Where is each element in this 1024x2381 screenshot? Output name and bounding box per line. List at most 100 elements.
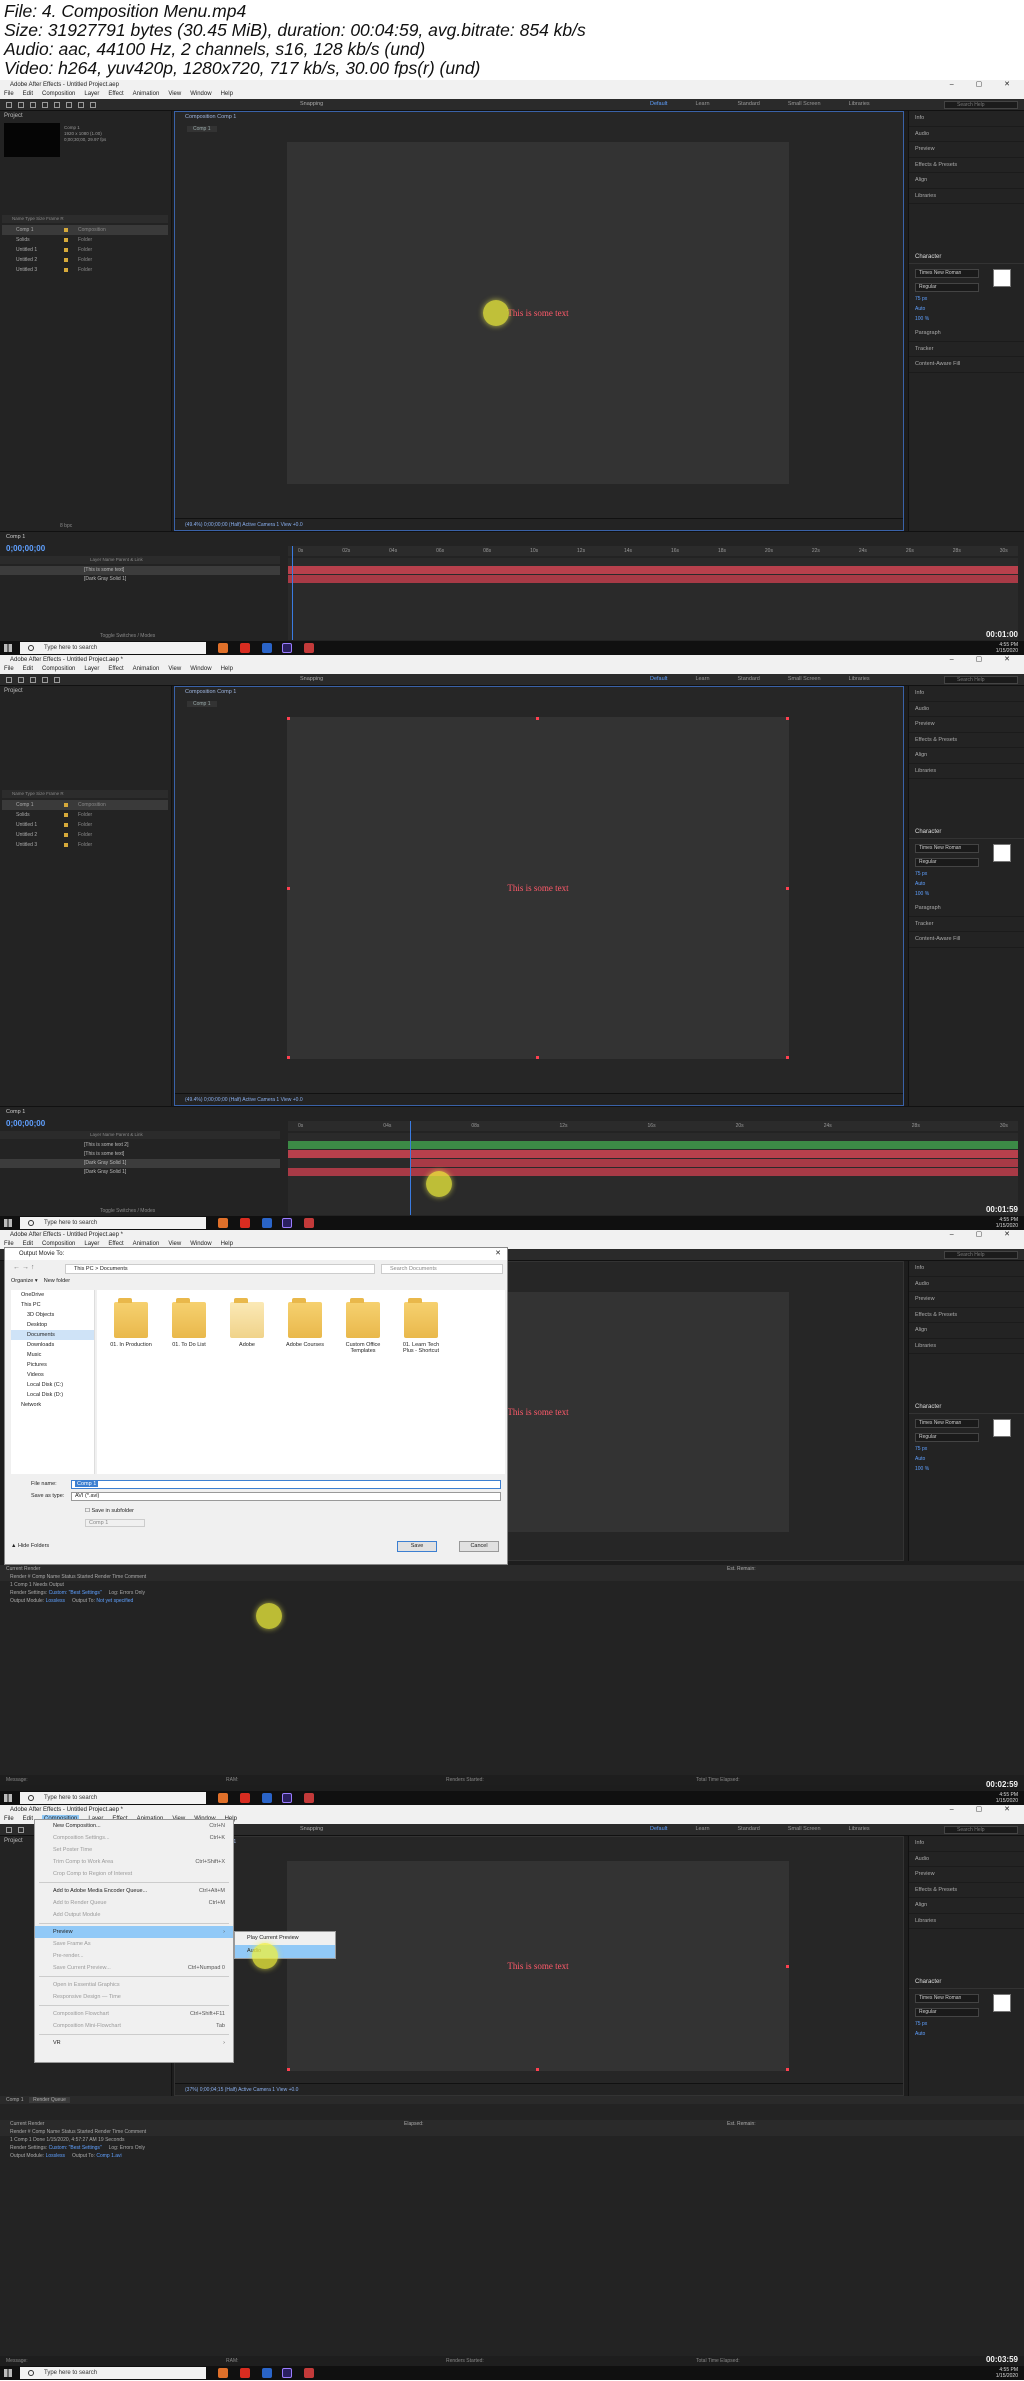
taskbar-search[interactable]: Type here to search	[20, 1792, 206, 1804]
workspace-standard[interactable]: Standard	[738, 1826, 760, 1832]
panel-info[interactable]: Info	[909, 686, 1024, 702]
scale-field[interactable]: 100 %	[915, 1466, 1018, 1472]
text-layer[interactable]: This is some text	[507, 1961, 568, 1971]
windows-start-icon[interactable]	[4, 1794, 12, 1802]
system-clock[interactable]: 4:55 PM 1/15/2020	[996, 2367, 1018, 2379]
after-effects-icon[interactable]	[282, 2368, 292, 2378]
layer-row[interactable]: [Dark Gray Solid 1]	[0, 1159, 280, 1168]
folder-item[interactable]: 01. To Do List	[165, 1298, 213, 1348]
tracking-field[interactable]: Auto	[915, 881, 1018, 887]
bounding-handle[interactable]	[786, 717, 789, 720]
bounding-handle[interactable]	[536, 1056, 539, 1059]
project-item[interactable]: Comp 1 Composition	[2, 800, 168, 810]
camera-tool-icon[interactable]	[66, 102, 72, 108]
workspace-standard[interactable]: Standard	[738, 676, 760, 682]
viewer-controls[interactable]: (49.4%) 0;00;00;00 (Half) Active Camera …	[175, 518, 903, 530]
cancel-button[interactable]: Cancel	[459, 1541, 499, 1552]
menu-edit[interactable]: Edit	[23, 90, 33, 99]
layer-row[interactable]: [Dark Gray Solid 1]	[0, 1168, 280, 1177]
composition-menu-item[interactable]: Add to Adobe Media Encoder Queue... Ctrl+…	[35, 1885, 233, 1897]
tracking-field[interactable]: Auto	[915, 306, 1018, 312]
font-size-field[interactable]: 75 px	[915, 1446, 1018, 1452]
window-controls[interactable]: – ▢ ✕	[950, 655, 1020, 665]
panel-paragraph[interactable]: Paragraph	[909, 326, 1024, 342]
bounding-handle[interactable]	[786, 1056, 789, 1059]
font-size-field[interactable]: 75 px	[915, 296, 1018, 302]
hand-tool-icon[interactable]	[30, 677, 36, 683]
word-icon[interactable]	[262, 1218, 272, 1228]
layer-row[interactable]: [Dark Gray Solid 1]	[0, 575, 280, 584]
bpc-label[interactable]: 8 bpc	[60, 523, 72, 529]
system-clock[interactable]: 4:55 PM 1/15/2020	[996, 1792, 1018, 1804]
output-to-value[interactable]: Not yet specified	[96, 1598, 133, 1604]
panel-libraries[interactable]: Libraries	[909, 764, 1024, 779]
font-size-field[interactable]: 75 px	[915, 2021, 1018, 2027]
timeline-tab[interactable]: Comp 1	[6, 534, 25, 540]
nav-item[interactable]: Local Disk (C:)	[11, 1380, 94, 1390]
project-item[interactable]: Untitled 1 Folder	[2, 245, 168, 255]
text-layer[interactable]: This is some text	[507, 1407, 568, 1417]
menu-edit[interactable]: Edit	[23, 665, 33, 674]
documents-search-input[interactable]: Search Documents	[381, 1264, 503, 1274]
rotate-tool-icon[interactable]	[54, 102, 60, 108]
output-module-row[interactable]: Output Module: Lossless Output To: Comp …	[0, 2152, 1024, 2160]
bounding-handle[interactable]	[287, 887, 290, 890]
new-folder-button[interactable]: New folder	[44, 1278, 70, 1284]
panel-preview[interactable]: Preview	[909, 1292, 1024, 1308]
selection-tool-icon[interactable]	[18, 1827, 24, 1833]
save-button[interactable]: Save	[397, 1541, 437, 1552]
timecode[interactable]: 0;00;00;00	[6, 1119, 45, 1128]
viewer-breadcrumb[interactable]: Comp 1	[187, 126, 217, 132]
nav-item[interactable]: This PC	[11, 1300, 94, 1310]
font-family-select[interactable]: Times New Roman	[915, 844, 979, 853]
font-style-select[interactable]: Regular	[915, 858, 979, 867]
panel-info[interactable]: Info	[909, 1261, 1024, 1277]
panel-content-aware-fill[interactable]: Content-Aware Fill	[909, 932, 1024, 948]
panel-effects[interactable]: Effects & Presets	[909, 733, 1024, 748]
text-layer[interactable]: This is some text	[507, 308, 568, 318]
workspace-default[interactable]: Default	[650, 1826, 667, 1832]
panel-audio[interactable]: Audio	[909, 1852, 1024, 1867]
home-icon[interactable]	[6, 102, 12, 108]
bounding-handle[interactable]	[786, 887, 789, 890]
subfolder-name-input[interactable]: Comp 1	[85, 1519, 145, 1527]
viewer-breadcrumb[interactable]: Comp 1	[187, 701, 217, 707]
panel-preview[interactable]: Preview	[909, 717, 1024, 733]
panel-audio[interactable]: Audio	[909, 702, 1024, 717]
scale-field[interactable]: 100 %	[915, 316, 1018, 322]
windows-start-icon[interactable]	[4, 644, 12, 652]
play-current-preview-item[interactable]: Play Current Preview	[235, 1932, 335, 1945]
system-clock[interactable]: 4:55 PM 1/15/2020	[996, 642, 1018, 654]
output-module-value[interactable]: Lossless	[46, 2153, 65, 2159]
render-settings-value[interactable]: Custom: "Best Settings"	[49, 1590, 102, 1596]
tracking-field[interactable]: Auto	[915, 1456, 1018, 1462]
zoom-tool-icon[interactable]	[42, 677, 48, 683]
media-encoder-icon[interactable]	[304, 643, 314, 653]
menu-animation[interactable]: Animation	[133, 665, 160, 674]
firefox-icon[interactable]	[218, 2368, 228, 2378]
nav-item[interactable]: 3D Objects	[11, 1310, 94, 1320]
workspace-learn[interactable]: Learn	[695, 1826, 709, 1832]
tab-comp-1[interactable]: Comp 1	[6, 2097, 24, 2103]
record-icon[interactable]	[240, 643, 250, 653]
workspace-small-screen[interactable]: Small Screen	[788, 1826, 821, 1832]
workspace-learn[interactable]: Learn	[695, 676, 709, 682]
panel-audio[interactable]: Audio	[909, 127, 1024, 142]
panel-align[interactable]: Align	[909, 748, 1024, 764]
composition-menu-item[interactable]: New Composition... Ctrl+N	[35, 1820, 233, 1832]
comp-canvas[interactable]: This is some text	[287, 1861, 789, 2071]
taskbar-search[interactable]: Type here to search	[20, 1217, 206, 1229]
viewer-controls[interactable]: (49.4%) 0;00;00;00 (Half) Active Camera …	[175, 1093, 903, 1105]
snapping-toggle[interactable]: Snapping	[300, 676, 323, 682]
layer-bar[interactable]	[288, 1150, 1018, 1158]
output-module-row[interactable]: Output Module: Lossless Output To: Not y…	[0, 1597, 1024, 1605]
font-style-select[interactable]: Regular	[915, 1433, 979, 1442]
system-clock[interactable]: 4:55 PM 1/15/2020	[996, 1217, 1018, 1229]
log-value[interactable]: Errors Only	[120, 1590, 145, 1596]
panel-tracker[interactable]: Tracker	[909, 917, 1024, 932]
layer-bar[interactable]	[288, 566, 1018, 574]
composition-menu-item[interactable]: VR ›	[35, 2037, 233, 2049]
project-item[interactable]: Untitled 2 Folder	[2, 255, 168, 265]
hand-tool-icon[interactable]	[30, 102, 36, 108]
log-value[interactable]: Errors Only	[120, 2145, 145, 2151]
